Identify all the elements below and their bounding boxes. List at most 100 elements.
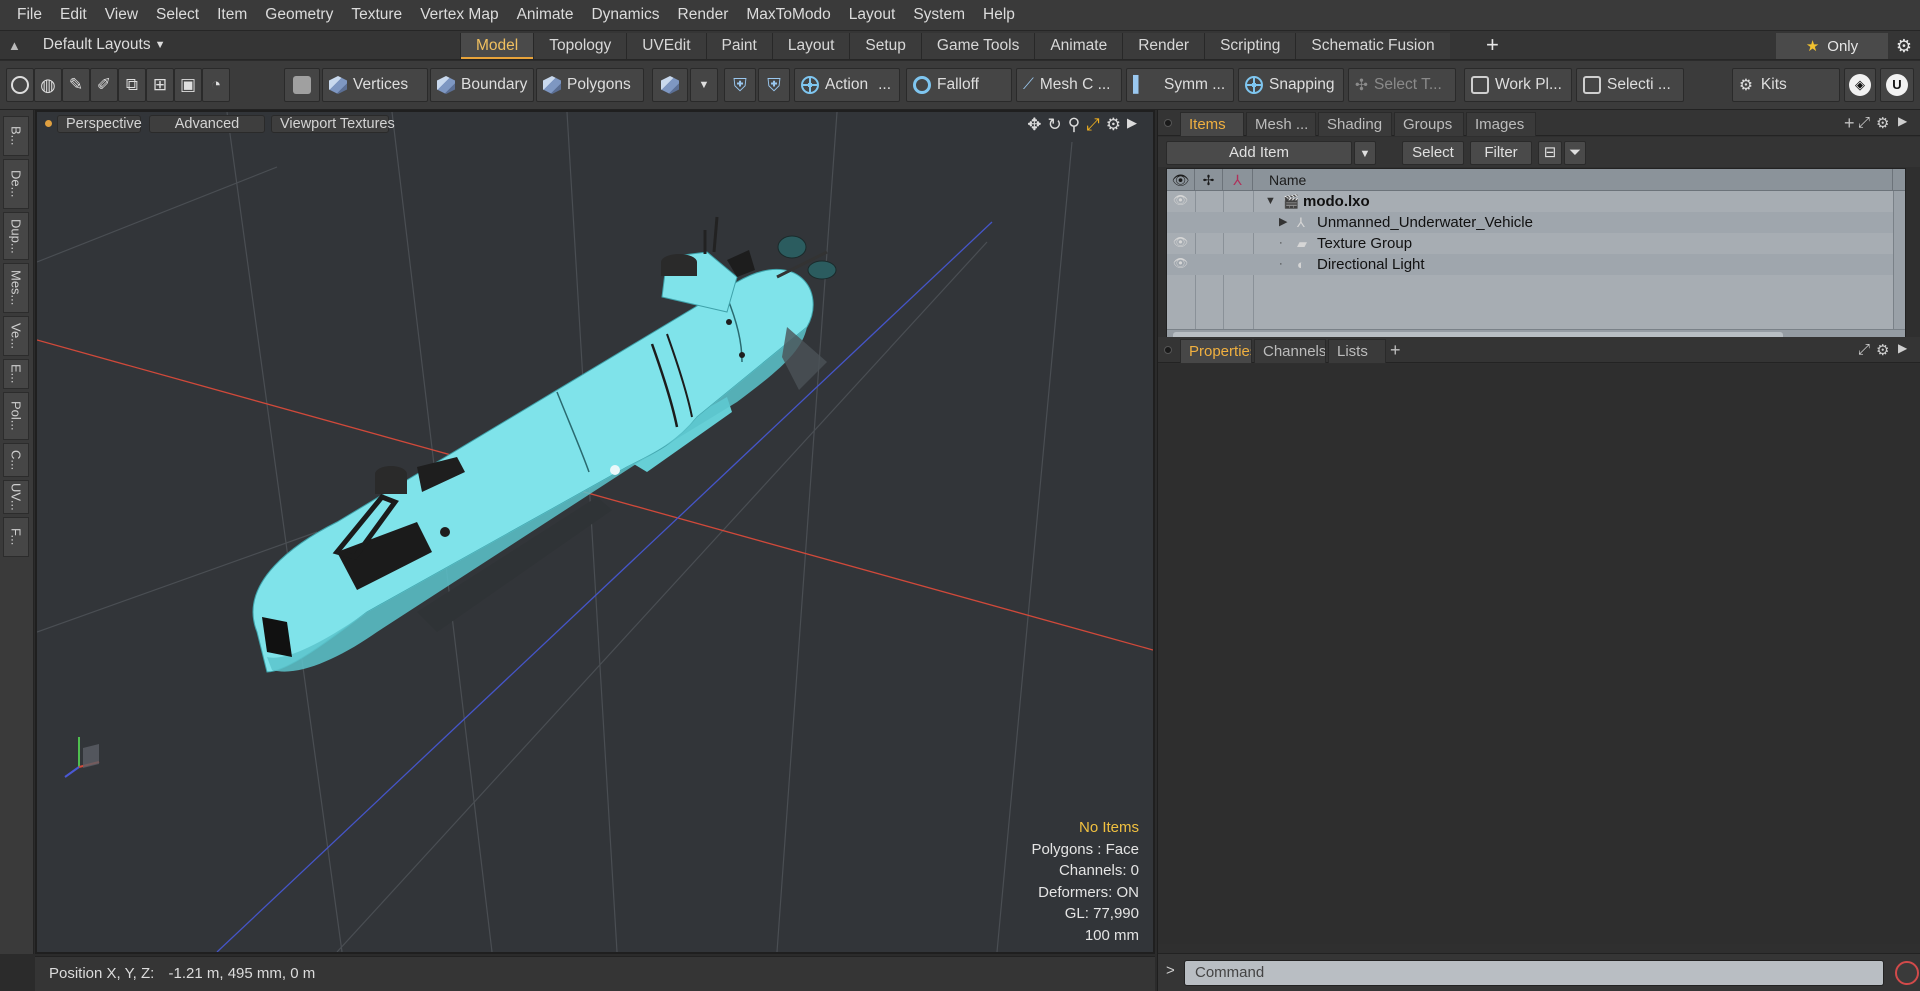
falloff-button[interactable]: Falloff [906,68,1012,102]
selection-sets-button[interactable]: Selecti ... [1576,68,1684,102]
left-tool-tab-2[interactable]: Dup... [3,212,29,260]
select-button[interactable]: Select [1402,141,1464,165]
panel-menu-dot-icon[interactable] [1164,119,1172,127]
filter-funnel-button[interactable]: ⏷ [1564,141,1586,165]
tree-row[interactable]: 👁 ▼ 🎬 modo.lxo [1167,191,1905,212]
grid-tool[interactable]: ⊞ [146,68,174,102]
tree-row[interactable]: 👁 · ◐ Directional Light [1167,254,1905,275]
shield-alt-tool[interactable]: ⛨ [758,68,790,102]
select-through-button[interactable]: ✣ Select T... [1348,68,1456,102]
tab-setup[interactable]: Setup [849,33,921,59]
only-toggle[interactable]: ★ Only [1776,33,1888,59]
mesh-constraints-button[interactable]: ⟋ Mesh C ... [1016,68,1122,102]
menu-geometry[interactable]: Geometry [256,0,342,30]
collapse-all-button[interactable]: ⊟ [1538,141,1562,165]
left-tool-tab-0[interactable]: B... [3,116,29,156]
panel-gear-icon[interactable]: ⚙ [1876,114,1889,132]
visibility-eye-icon[interactable]: 👁 [1173,193,1189,209]
uv-tool[interactable]: ▣ [174,68,202,102]
add-panel-tab-icon[interactable]: + [1390,337,1401,363]
collapse-arrow-icon[interactable]: ▼ [1265,191,1276,212]
left-tool-tab-7[interactable]: C... [3,443,29,477]
menu-help[interactable]: Help [974,0,1024,30]
left-tool-tab-5[interactable]: E... [3,359,29,389]
tree-row[interactable]: ▶ ⅄ Unmanned_Underwater_Vehicle [1167,212,1905,233]
tab-model[interactable]: Model [460,33,534,59]
left-tool-tab-4[interactable]: Ve... [3,316,29,356]
left-tool-tab-9[interactable]: F... [3,517,29,557]
tab-items[interactable]: Items [1180,112,1244,136]
tree-row[interactable]: 👁 · ▰ Texture Group [1167,233,1905,254]
pen-tool[interactable]: ✎ [62,68,90,102]
item-list-vscroll[interactable] [1893,191,1905,331]
symmetry-button[interactable]: ▌ Symm ... [1126,68,1234,102]
viewport-expand-icon[interactable]: ▶ [1127,115,1137,135]
3d-viewport[interactable]: Perspective Advanced Viewport Textures ✥… [35,110,1155,954]
type-column-icon[interactable]: ⅄ [1223,169,1253,191]
polygons-button[interactable]: Polygons [536,68,644,102]
menu-animate[interactable]: Animate [508,0,583,30]
action-center-button[interactable]: Action... [794,68,900,102]
layout-selector[interactable]: ▲ Default Layouts ▼ [8,31,165,59]
tab-animate[interactable]: Animate [1034,33,1123,59]
panel-expand-icon[interactable]: ▶ [1898,114,1907,128]
vertices-button[interactable]: Vertices [322,68,428,102]
auto-select-tool[interactable] [284,68,320,102]
viewport-textures-button[interactable]: Viewport Textures [271,115,395,133]
maximize-view-icon[interactable]: ⤢ [1086,115,1100,135]
brush-tool[interactable]: ✐ [90,68,118,102]
filter-button[interactable]: Filter [1470,141,1532,165]
tab-paint[interactable]: Paint [705,33,772,59]
left-tool-tab-3[interactable]: Mes... [3,263,29,313]
globe-tool[interactable]: ◍ [34,68,62,102]
boundary-button[interactable]: Boundary [430,68,534,102]
viewport-canvas[interactable] [37,112,1153,952]
move-view-icon[interactable]: ✥ [1027,115,1041,135]
item-list[interactable]: 👁 ✢ ⅄ Name 👁 ▼ 🎬 modo.lxo ▶ ⅄ Unmanned_Underwa… [1166,168,1906,344]
name-column-header[interactable]: Name [1253,169,1893,191]
menu-file[interactable]: File [8,0,51,30]
panel-maximize-icon[interactable]: ⤢ [1858,114,1870,131]
submarine-model[interactable] [252,216,837,673]
tab-topology[interactable]: Topology [533,33,627,59]
menu-vertex-map[interactable]: Vertex Map [411,0,507,30]
add-item-dropdown[interactable]: ▼ [1354,141,1376,165]
menu-maxtomodo[interactable]: MaxToModo [737,0,839,30]
mode-dropdown[interactable]: ▼ [690,68,718,102]
zoom-view-icon[interactable]: ⚲ [1068,115,1080,135]
viewport-gear-icon[interactable]: ⚙ [1106,115,1121,135]
visibility-eye-icon[interactable]: 👁 [1173,256,1189,272]
add-tab-icon[interactable]: + [1486,31,1499,59]
layout-gear-icon[interactable]: ⚙ [1892,33,1916,59]
menu-item[interactable]: Item [208,0,256,30]
left-tool-tab-8[interactable]: UV... [3,480,29,514]
snapping-button[interactable]: Snapping [1238,68,1344,102]
tab-game-tools[interactable]: Game Tools [920,33,1035,59]
menu-select[interactable]: Select [147,0,208,30]
tab-images[interactable]: Images [1466,112,1536,136]
left-tool-tab-1[interactable]: De... [3,159,29,209]
panel-expand-icon[interactable]: ▶ [1898,341,1907,355]
expand-arrow-icon[interactable]: · [1279,233,1283,254]
menu-edit[interactable]: Edit [51,0,96,30]
command-input[interactable]: Command [1184,960,1884,986]
menu-layout[interactable]: Layout [840,0,905,30]
tab-uvedit[interactable]: UVEdit [626,33,706,59]
tab-channels[interactable]: Channels [1254,339,1326,363]
record-macro-icon[interactable] [1895,961,1919,985]
visibility-eye-icon[interactable]: 👁 [1173,235,1189,251]
menu-view[interactable]: View [96,0,147,30]
expand-arrow-icon[interactable]: · [1279,254,1283,275]
tab-groups[interactable]: Groups [1394,112,1464,136]
menu-render[interactable]: Render [669,0,738,30]
menu-system[interactable]: System [904,0,974,30]
unreal-button[interactable]: U [1880,68,1914,102]
select-circle-tool[interactable] [6,68,34,102]
tab-properties[interactable]: Properties [1180,339,1252,363]
panel-maximize-icon[interactable]: ⤢ [1858,341,1870,358]
material-tool[interactable]: ◔ [202,68,230,102]
menu-texture[interactable]: Texture [342,0,411,30]
lock-column-icon[interactable]: ✢ [1195,169,1223,191]
shading-mode-button[interactable]: Advanced [149,115,265,133]
item-tool[interactable]: ⧉ [118,68,146,102]
